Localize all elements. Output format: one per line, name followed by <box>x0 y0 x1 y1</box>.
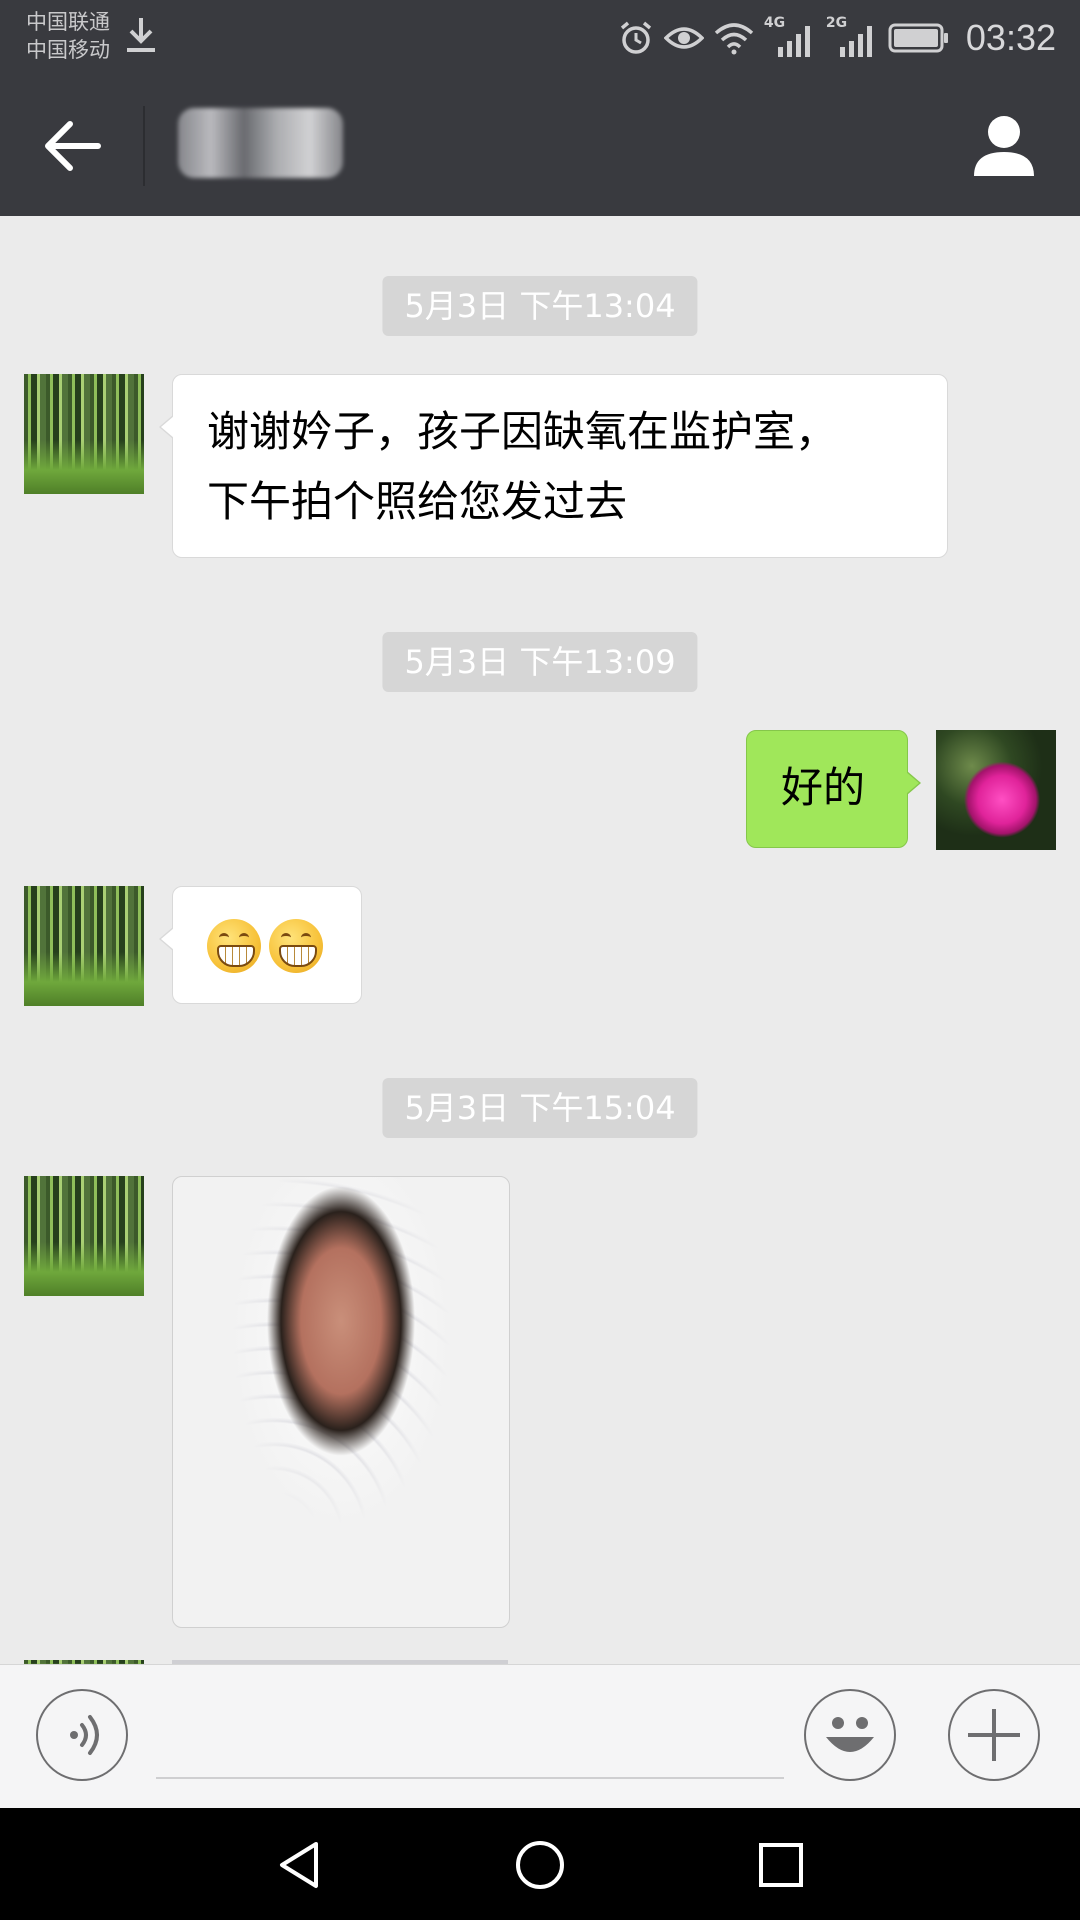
wifi-icon <box>714 23 754 55</box>
newborn-baby-photo[interactable] <box>172 1176 510 1628</box>
my-avatar[interactable] <box>936 730 1056 850</box>
contact-avatar[interactable] <box>24 886 144 1006</box>
chat-header <box>0 76 1080 216</box>
status-icons: 4G 2G 03:32 <box>618 14 1056 62</box>
download-icon <box>127 18 155 52</box>
carrier-2: 中国移动 <box>26 38 110 62</box>
emoji-button[interactable] <box>804 1689 896 1781</box>
system-navigation-bar <box>0 1808 1080 1920</box>
voice-button[interactable] <box>36 1689 128 1781</box>
voice-icon <box>70 1715 99 1755</box>
message-text-line: 谢谢妗子，孩子因缺氧在监护室， <box>207 407 838 456</box>
message-bubble[interactable]: 谢谢妗子，孩子因缺氧在监护室， 下午拍个照给您发过去 <box>159 374 948 558</box>
signal-icon <box>839 26 872 57</box>
more-button[interactable] <box>948 1689 1040 1781</box>
signal-icon <box>777 26 810 57</box>
home-circle-icon[interactable] <box>513 1838 567 1892</box>
back-triangle-icon[interactable] <box>272 1838 326 1892</box>
contact-name-blurred[interactable] <box>178 108 343 178</box>
message-input[interactable] <box>156 1695 784 1779</box>
signal-4g: 4G <box>764 15 816 57</box>
signal-2g: 2G <box>826 15 878 57</box>
message-timestamp: 5月3日 下午13:09 <box>382 632 698 692</box>
message-timestamp: 5月3日 下午15:04 <box>382 1078 698 1138</box>
eye-icon <box>663 27 704 49</box>
recents-square-icon[interactable] <box>754 1838 808 1892</box>
message-input-bar <box>0 1664 1080 1809</box>
smiley-icon <box>826 1717 874 1752</box>
message-text-line: 下午拍个照给您发过去 <box>207 477 628 526</box>
message-timestamp: 5月3日 下午13:04 <box>382 276 698 336</box>
carrier-1: 中国联通 <box>26 10 110 34</box>
clock: 03:32 <box>965 17 1056 58</box>
person-icon[interactable] <box>968 110 1040 182</box>
contact-avatar[interactable] <box>24 1176 144 1296</box>
plus-icon <box>968 1709 1020 1761</box>
grin-emoji-icon <box>207 919 261 973</box>
contact-avatar[interactable] <box>24 374 144 494</box>
status-bar: 中国联通 中国移动 4G 2G 03:32 <box>0 0 1080 76</box>
header-divider <box>143 106 145 186</box>
emoji-message-bubble[interactable] <box>159 886 362 1004</box>
battery-icon <box>888 23 948 53</box>
message-text-line: 好的 <box>781 763 866 812</box>
message-bubble-sent[interactable]: 好的 <box>746 730 921 848</box>
alarm-icon <box>620 21 652 54</box>
carrier-info: 中国联通 中国移动 <box>26 8 110 64</box>
back-arrow-icon[interactable] <box>40 114 104 178</box>
grin-emoji-icon <box>269 919 323 973</box>
chat-message-list[interactable]: 5月3日 下午13:04 谢谢妗子，孩子因缺氧在监护室， 下午拍个照给您发过去 … <box>0 216 1080 1664</box>
